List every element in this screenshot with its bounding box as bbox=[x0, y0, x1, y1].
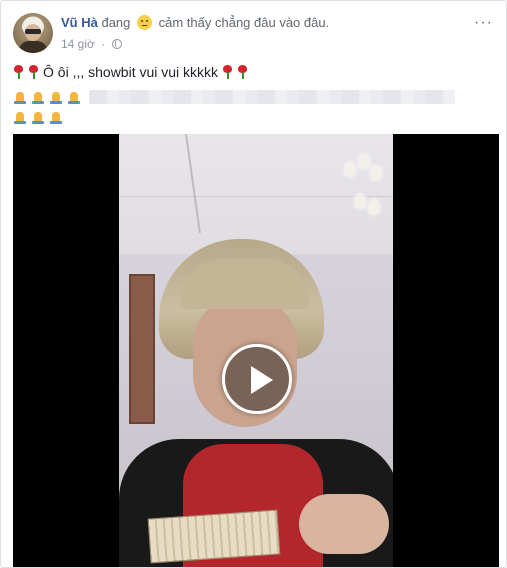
pray-icon bbox=[49, 111, 63, 125]
post-text-line-3 bbox=[13, 107, 494, 127]
status-prefix: đang bbox=[101, 15, 131, 30]
post-timestamp[interactable]: 14 giờ bbox=[61, 37, 95, 51]
pray-icon bbox=[13, 111, 27, 125]
pray-icon bbox=[31, 91, 45, 105]
meta-separator: · bbox=[101, 37, 106, 51]
more-options-icon[interactable]: ··· bbox=[474, 15, 492, 31]
rose-icon bbox=[222, 65, 233, 79]
slightly-smiling-face-icon bbox=[137, 15, 153, 30]
pray-icon bbox=[13, 91, 27, 105]
post-text-line-2 bbox=[13, 87, 494, 107]
post-meta: 14 giờ · bbox=[61, 37, 122, 51]
post-text-line-1: Ô ôi ,,, showbit vui vui kkkkk bbox=[13, 61, 494, 83]
pray-icon bbox=[31, 111, 45, 125]
video-player[interactable] bbox=[13, 134, 499, 567]
play-icon bbox=[251, 366, 273, 394]
post-card: Vũ Hà đang cảm thấy chẳng đâu vào đâu. 1… bbox=[0, 0, 507, 568]
post-title-line: Vũ Hà đang cảm thấy chẳng đâu vào đâu. bbox=[61, 15, 329, 30]
rose-icon bbox=[28, 65, 39, 79]
rose-icon bbox=[13, 65, 24, 79]
play-button[interactable] bbox=[222, 344, 292, 414]
rose-icon bbox=[237, 65, 248, 79]
chandelier-icon bbox=[343, 154, 383, 224]
feeling-status[interactable]: cảm thấy chẳng đâu vào đâu. bbox=[159, 15, 330, 30]
blurred-text bbox=[89, 90, 455, 104]
globe-icon[interactable] bbox=[111, 39, 122, 49]
author-name[interactable]: Vũ Hà bbox=[61, 15, 98, 30]
post-header: Vũ Hà đang cảm thấy chẳng đâu vào đâu. 1… bbox=[13, 13, 494, 55]
post-text: Ô ôi ,,, showbit vui vui kkkkk bbox=[13, 61, 494, 127]
pray-icon bbox=[67, 91, 81, 105]
avatar[interactable] bbox=[13, 13, 53, 53]
pray-icon bbox=[49, 91, 63, 105]
post-message: Ô ôi ,,, showbit vui vui kkkkk bbox=[43, 64, 219, 80]
